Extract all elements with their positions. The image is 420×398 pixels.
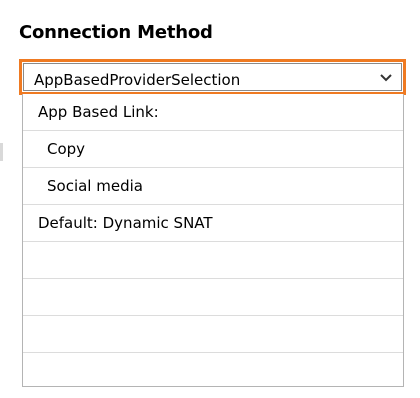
option-label: Default: Dynamic SNAT [38,214,213,232]
option-label: App Based Link: [38,103,159,121]
dropdown-option-empty[interactable] [23,279,403,316]
left-edge-marker [0,143,3,161]
select-value: AppBasedProviderSelection [34,71,241,89]
dropdown-option[interactable]: App Based Link: [23,94,403,131]
dropdown-option-empty[interactable] [23,242,403,279]
dropdown-option-empty[interactable] [23,353,403,386]
dropdown-option[interactable]: Default: Dynamic SNAT [23,205,403,242]
connection-method-select[interactable]: AppBasedProviderSelection [19,59,406,95]
select-inner-border: AppBasedProviderSelection [23,63,402,91]
connection-method-panel: Connection Method AppBasedProviderSelect… [0,0,420,398]
option-label: Social media [47,177,143,195]
option-label: Copy [47,140,86,158]
chevron-down-icon[interactable] [379,73,393,83]
dropdown-option[interactable]: Social media [23,168,403,205]
section-heading: Connection Method [19,22,213,43]
dropdown-list[interactable]: App Based Link: Copy Social media Defaul… [22,94,404,387]
dropdown-option-empty[interactable] [23,316,403,353]
dropdown-option[interactable]: Copy [23,131,403,168]
